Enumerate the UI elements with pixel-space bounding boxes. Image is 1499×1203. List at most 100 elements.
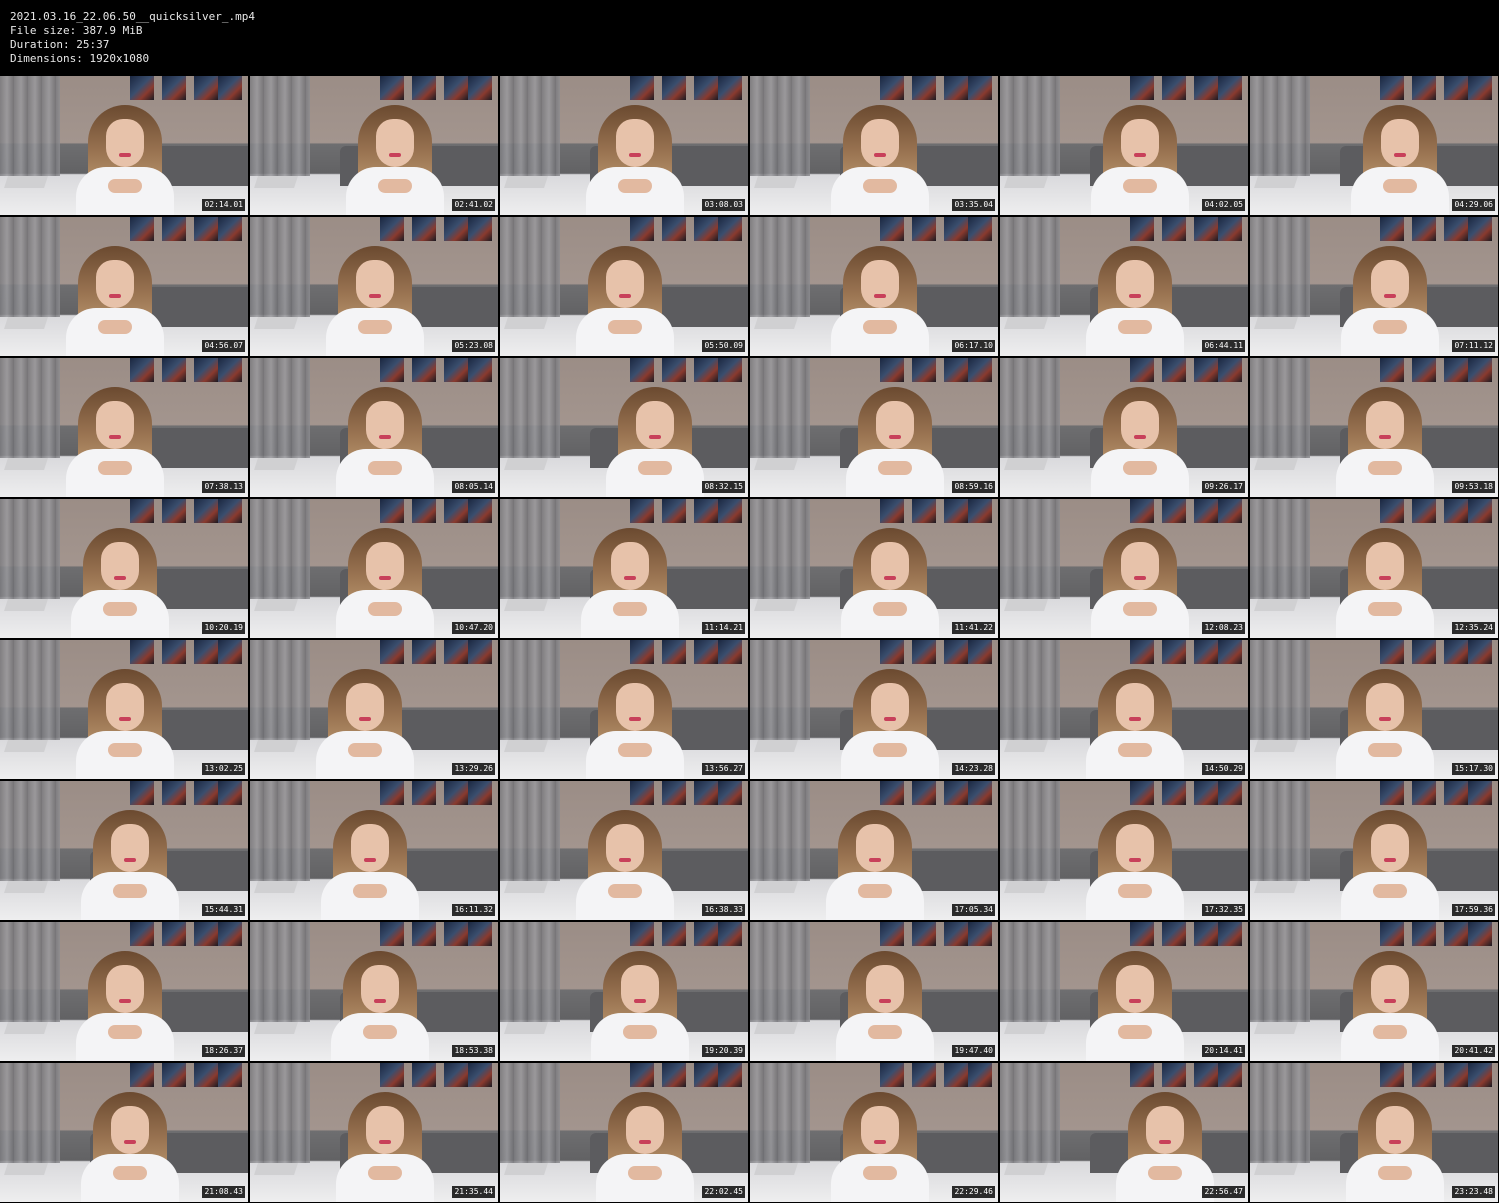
thumbnail-timestamp: 07:38.13 <box>202 481 245 493</box>
person-face-shape <box>1116 965 1154 1013</box>
video-thumbnail: 07:38.13 <box>0 358 248 497</box>
thumbnail-timestamp: 13:29.26 <box>452 763 495 775</box>
person-figure <box>310 669 420 779</box>
person-lips-shape <box>874 153 886 157</box>
wall-poster-shape <box>1218 922 1242 946</box>
keyboard-shape <box>754 317 798 329</box>
wall-poster-shape <box>218 640 242 664</box>
thumbnail-timestamp: 18:53.38 <box>452 1045 495 1057</box>
wall-poster-shape <box>1468 640 1492 664</box>
wall-poster-shape <box>162 781 186 805</box>
wall-poster-shape <box>1194 499 1218 523</box>
thumbnail-timestamp: 06:17.10 <box>952 340 995 352</box>
person-skin-shape <box>1368 602 1402 616</box>
wall-poster-shape <box>1380 640 1404 664</box>
wall-poster-shape <box>694 922 718 946</box>
person-face-shape <box>1371 260 1409 308</box>
person-skin-shape <box>1118 884 1152 898</box>
person-lips-shape <box>619 858 631 862</box>
person-face-shape <box>111 1106 149 1154</box>
wall-poster-shape <box>944 499 968 523</box>
wall-poster-shape <box>380 499 404 523</box>
person-skin-shape <box>358 320 392 334</box>
wall-poster-shape <box>662 76 686 100</box>
keyboard-shape <box>754 881 798 893</box>
curtain-shape <box>0 499 60 599</box>
wall-poster-shape <box>694 499 718 523</box>
wall-poster-shape <box>444 922 468 946</box>
keyboard-shape <box>4 176 48 188</box>
person-figure <box>1335 810 1445 920</box>
wall-poster-shape <box>1468 1063 1492 1087</box>
person-lips-shape <box>1129 294 1141 298</box>
wall-poster-shape <box>1412 781 1436 805</box>
keyboard-shape <box>754 176 798 188</box>
person-lips-shape <box>874 294 886 298</box>
person-face-shape <box>106 965 144 1013</box>
curtain-shape <box>1000 922 1060 1022</box>
wall-poster-shape <box>912 781 936 805</box>
thumbnail-timestamp: 17:59.36 <box>1452 904 1495 916</box>
person-skin-shape <box>1123 461 1157 475</box>
wall-poster-shape <box>194 217 218 241</box>
wall-poster-shape <box>1130 499 1154 523</box>
thumbnail-timestamp: 08:05.14 <box>452 481 495 493</box>
wall-poster-shape <box>412 640 436 664</box>
person-lips-shape <box>374 999 386 1003</box>
wall-poster-shape <box>130 76 154 100</box>
wall-poster-shape <box>412 499 436 523</box>
person-lips-shape <box>379 435 391 439</box>
person-skin-shape <box>628 1166 662 1180</box>
keyboard-shape <box>504 176 548 188</box>
wall-poster-shape <box>1162 781 1186 805</box>
person-face-shape <box>356 260 394 308</box>
wall-poster-shape <box>162 922 186 946</box>
wall-poster-shape <box>412 358 436 382</box>
person-figure <box>70 951 180 1061</box>
curtain-shape <box>0 1063 60 1163</box>
wall-poster-shape <box>1218 499 1242 523</box>
video-thumbnail: 16:38.33 <box>500 781 748 920</box>
curtain-shape <box>750 76 810 176</box>
wall-poster-shape <box>1218 1063 1242 1087</box>
person-figure <box>580 105 690 215</box>
thumbnail-timestamp: 10:20.19 <box>202 622 245 634</box>
person-figure <box>825 105 935 215</box>
wall-poster-shape <box>968 640 992 664</box>
person-face-shape <box>866 965 904 1013</box>
wall-poster-shape <box>718 1063 742 1087</box>
person-figure <box>1335 951 1445 1061</box>
curtain-shape <box>1250 499 1310 599</box>
wall-poster-shape <box>968 1063 992 1087</box>
wall-poster-shape <box>194 781 218 805</box>
person-face-shape <box>1116 824 1154 872</box>
person-face-shape <box>1116 683 1154 731</box>
curtain-shape <box>1000 217 1060 317</box>
person-face-shape <box>1366 683 1404 731</box>
thumbnail-timestamp: 13:02.25 <box>202 763 245 775</box>
person-face-shape <box>1121 542 1159 590</box>
video-thumbnail: 04:29.06 <box>1250 76 1498 215</box>
wall-poster-shape <box>444 640 468 664</box>
wall-poster-shape <box>468 922 492 946</box>
person-lips-shape <box>1134 153 1146 157</box>
person-lips-shape <box>379 576 391 580</box>
person-skin-shape <box>1373 884 1407 898</box>
thumbnail-timestamp: 12:08.23 <box>1202 622 1245 634</box>
person-skin-shape <box>113 1166 147 1180</box>
person-skin-shape <box>608 320 642 334</box>
video-thumbnail: 22:02.45 <box>500 1063 748 1202</box>
wall-poster-shape <box>968 922 992 946</box>
curtain-shape <box>1000 1063 1060 1163</box>
keyboard-shape <box>1254 176 1298 188</box>
thumbnail-timestamp: 15:44.31 <box>202 904 245 916</box>
curtain-shape <box>500 499 560 599</box>
wall-poster-shape <box>630 358 654 382</box>
keyboard-shape <box>1004 740 1048 752</box>
wall-poster-shape <box>630 640 654 664</box>
person-figure <box>60 246 170 356</box>
person-lips-shape <box>1129 717 1141 721</box>
thumbnail-timestamp: 16:11.32 <box>452 904 495 916</box>
file-name: 2021.03.16_22.06.50__quicksilver_.mp4 <box>10 10 256 23</box>
person-skin-shape <box>618 743 652 757</box>
